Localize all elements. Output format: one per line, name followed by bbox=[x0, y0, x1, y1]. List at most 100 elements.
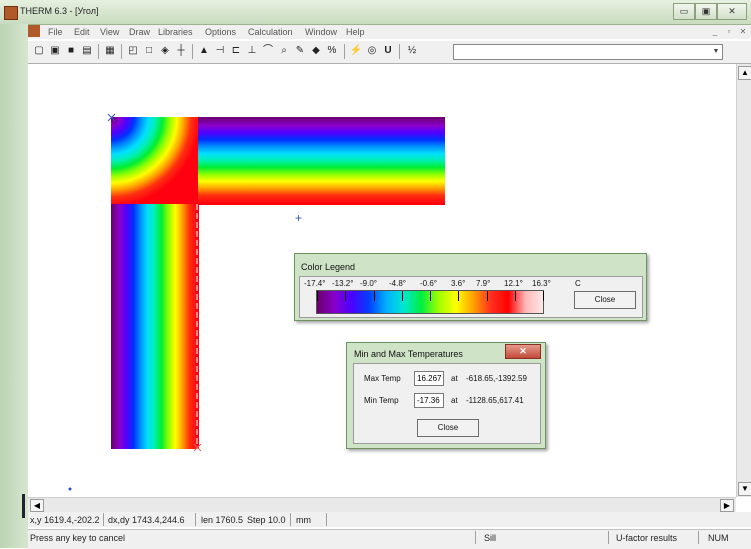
legend-tick-mark bbox=[514, 291, 516, 301]
u-factor-icon[interactable]: U bbox=[381, 44, 395, 58]
drawing-canvas[interactable]: + Color Legend -17.4° -13.2° -9.0° -4.8°… bbox=[28, 64, 736, 497]
document-icon[interactable] bbox=[28, 25, 40, 37]
vertical-wall-region bbox=[111, 204, 199, 449]
toolbar-separator bbox=[121, 44, 122, 59]
vertical-scrollbar[interactable]: ▲ ▼ bbox=[736, 64, 751, 497]
corner-region bbox=[111, 117, 199, 205]
window-title: THERM 6.3 - [Угол] bbox=[20, 6, 99, 16]
length-readout: len 1760.5 bbox=[201, 515, 244, 525]
fill-icon[interactable]: ◈ bbox=[158, 44, 172, 58]
color-legend-panel: -17.4° -13.2° -9.0° -4.8° -0.6° 3.6° 7.9… bbox=[299, 276, 643, 318]
horizontal-scrollbar[interactable]: ◀ ▶ bbox=[28, 497, 736, 512]
menu-options[interactable]: Options bbox=[205, 27, 236, 37]
message-status-bar: Press any key to cancel Sill U-factor re… bbox=[28, 529, 751, 549]
polygon-icon[interactable]: ◰ bbox=[126, 44, 140, 58]
legend-tick-mark bbox=[543, 291, 544, 301]
desktop-edge bbox=[0, 24, 28, 548]
legend-tick-mark bbox=[458, 291, 460, 301]
min-max-panel: Max Temp 16.267 at -618.65,-1392.59 Min … bbox=[353, 363, 541, 444]
origin-marker: + bbox=[295, 211, 302, 225]
min-temp-field[interactable]: -17.36 bbox=[414, 393, 444, 408]
toolbar-separator bbox=[399, 44, 400, 59]
scroll-left-arrow[interactable]: ◀ bbox=[30, 499, 44, 512]
min-max-close-x-button[interactable]: ✕ bbox=[505, 344, 541, 359]
mesh-icon[interactable]: ½ bbox=[405, 44, 419, 58]
toolbar-combo[interactable]: ▼ bbox=[453, 44, 723, 60]
menu-help[interactable]: Help bbox=[346, 27, 365, 37]
legend-tick: -9.0° bbox=[360, 279, 377, 288]
legend-tick-mark bbox=[317, 291, 318, 301]
mdi-close-button[interactable]: ✕ bbox=[737, 26, 749, 37]
min-max-close-button[interactable]: Close bbox=[417, 419, 479, 437]
legend-tick: 16.3° bbox=[532, 279, 551, 288]
min-at-label: at bbox=[451, 396, 458, 405]
legend-unit: C bbox=[575, 279, 581, 288]
color-legend-dialog: Color Legend -17.4° -13.2° -9.0° -4.8° -… bbox=[294, 253, 647, 321]
max-coords: -618.65,-1392.59 bbox=[466, 374, 527, 383]
legend-ticks: -17.4° -13.2° -9.0° -4.8° -0.6° 3.6° 7.9… bbox=[304, 279, 574, 289]
menu-calculation[interactable]: Calculation bbox=[248, 27, 293, 37]
new-icon[interactable]: ▢ bbox=[32, 44, 46, 58]
min-temp-label: Min Temp bbox=[364, 396, 399, 405]
status-hint: Press any key to cancel bbox=[30, 533, 126, 543]
scroll-right-arrow[interactable]: ▶ bbox=[720, 499, 734, 512]
results-status: U-factor results bbox=[616, 533, 678, 543]
maximize-button[interactable]: ▣ bbox=[695, 3, 717, 20]
unit-readout: mm bbox=[296, 515, 311, 525]
zoom-icon[interactable]: ⌕ bbox=[277, 44, 291, 58]
min-coords: -1128.65,617.41 bbox=[466, 396, 524, 405]
legend-tick-mark bbox=[401, 291, 403, 301]
app-icon[interactable] bbox=[4, 6, 18, 20]
legend-tick-mark bbox=[373, 291, 375, 301]
menu-bar: File Edit View Draw Libraries Options Ca… bbox=[28, 25, 751, 39]
calculate-icon[interactable]: ⚡ bbox=[349, 44, 363, 58]
open-icon[interactable]: ▣ bbox=[48, 44, 62, 58]
boundary-icon[interactable]: % bbox=[325, 44, 339, 58]
scroll-up-arrow[interactable]: ▲ bbox=[738, 66, 751, 80]
locator-dot bbox=[68, 487, 72, 491]
material-icon[interactable]: ◆ bbox=[309, 44, 323, 58]
cursor-coords: x,y 1619.4,-202.2 bbox=[30, 515, 100, 525]
menu-file[interactable]: File bbox=[48, 27, 63, 37]
cursor-delta: dx,dy 1743.4,244.6 bbox=[108, 515, 185, 525]
cursor-icon[interactable]: ▲ bbox=[197, 44, 211, 58]
legend-tick: -13.2° bbox=[332, 279, 354, 288]
minimize-button[interactable]: ▭ bbox=[673, 3, 695, 20]
chevron-down-icon[interactable]: ▼ bbox=[710, 45, 722, 59]
insert-icon[interactable]: ⊏ bbox=[229, 44, 243, 58]
menu-window[interactable]: Window bbox=[305, 27, 337, 37]
mdi-minimize-button[interactable]: _ bbox=[709, 26, 721, 37]
menu-libraries[interactable]: Libraries bbox=[158, 27, 193, 37]
min-max-dialog: Min and Max Temperatures ✕ Max Temp 16.2… bbox=[346, 342, 546, 449]
legend-tick: 12.1° bbox=[504, 279, 523, 288]
arc-icon[interactable]: ⌒ bbox=[261, 44, 275, 58]
snap-icon[interactable]: ⊥ bbox=[245, 44, 259, 58]
insert-point-icon[interactable]: ⊣ bbox=[213, 44, 227, 58]
locator-icon[interactable]: ┼ bbox=[174, 44, 188, 58]
desktop-shadow bbox=[22, 494, 25, 518]
coordinate-status-bar: x,y 1619.4,-202.2 dx,dy 1743.4,244.6 len… bbox=[28, 512, 751, 527]
legend-tick: -0.6° bbox=[420, 279, 437, 288]
display-icon[interactable]: ◎ bbox=[365, 44, 379, 58]
toolbar-separator bbox=[98, 44, 99, 59]
grid-icon[interactable]: ▦ bbox=[103, 44, 117, 58]
legend-color-bar bbox=[316, 290, 544, 314]
legend-tick-mark bbox=[430, 291, 431, 301]
close-button[interactable]: ✕ bbox=[717, 3, 747, 20]
rectangle-icon[interactable]: □ bbox=[142, 44, 156, 58]
max-temp-label: Max Temp bbox=[364, 374, 401, 383]
print-icon[interactable]: ▤ bbox=[80, 44, 94, 58]
legend-close-button[interactable]: Close bbox=[574, 291, 636, 309]
num-lock-indicator: NUM bbox=[708, 533, 729, 543]
max-at-label: at bbox=[451, 374, 458, 383]
mdi-restore-button[interactable]: ▫ bbox=[723, 26, 735, 37]
legend-tick-mark bbox=[486, 291, 488, 301]
max-temp-field[interactable]: 16.267 bbox=[414, 371, 444, 386]
menu-edit[interactable]: Edit bbox=[74, 27, 90, 37]
menu-view[interactable]: View bbox=[100, 27, 119, 37]
pencil-icon[interactable]: ✎ bbox=[293, 44, 307, 58]
save-icon[interactable]: ■ bbox=[64, 44, 78, 58]
menu-draw[interactable]: Draw bbox=[129, 27, 150, 37]
legend-tick: -4.8° bbox=[389, 279, 406, 288]
scroll-down-arrow[interactable]: ▼ bbox=[738, 482, 751, 496]
